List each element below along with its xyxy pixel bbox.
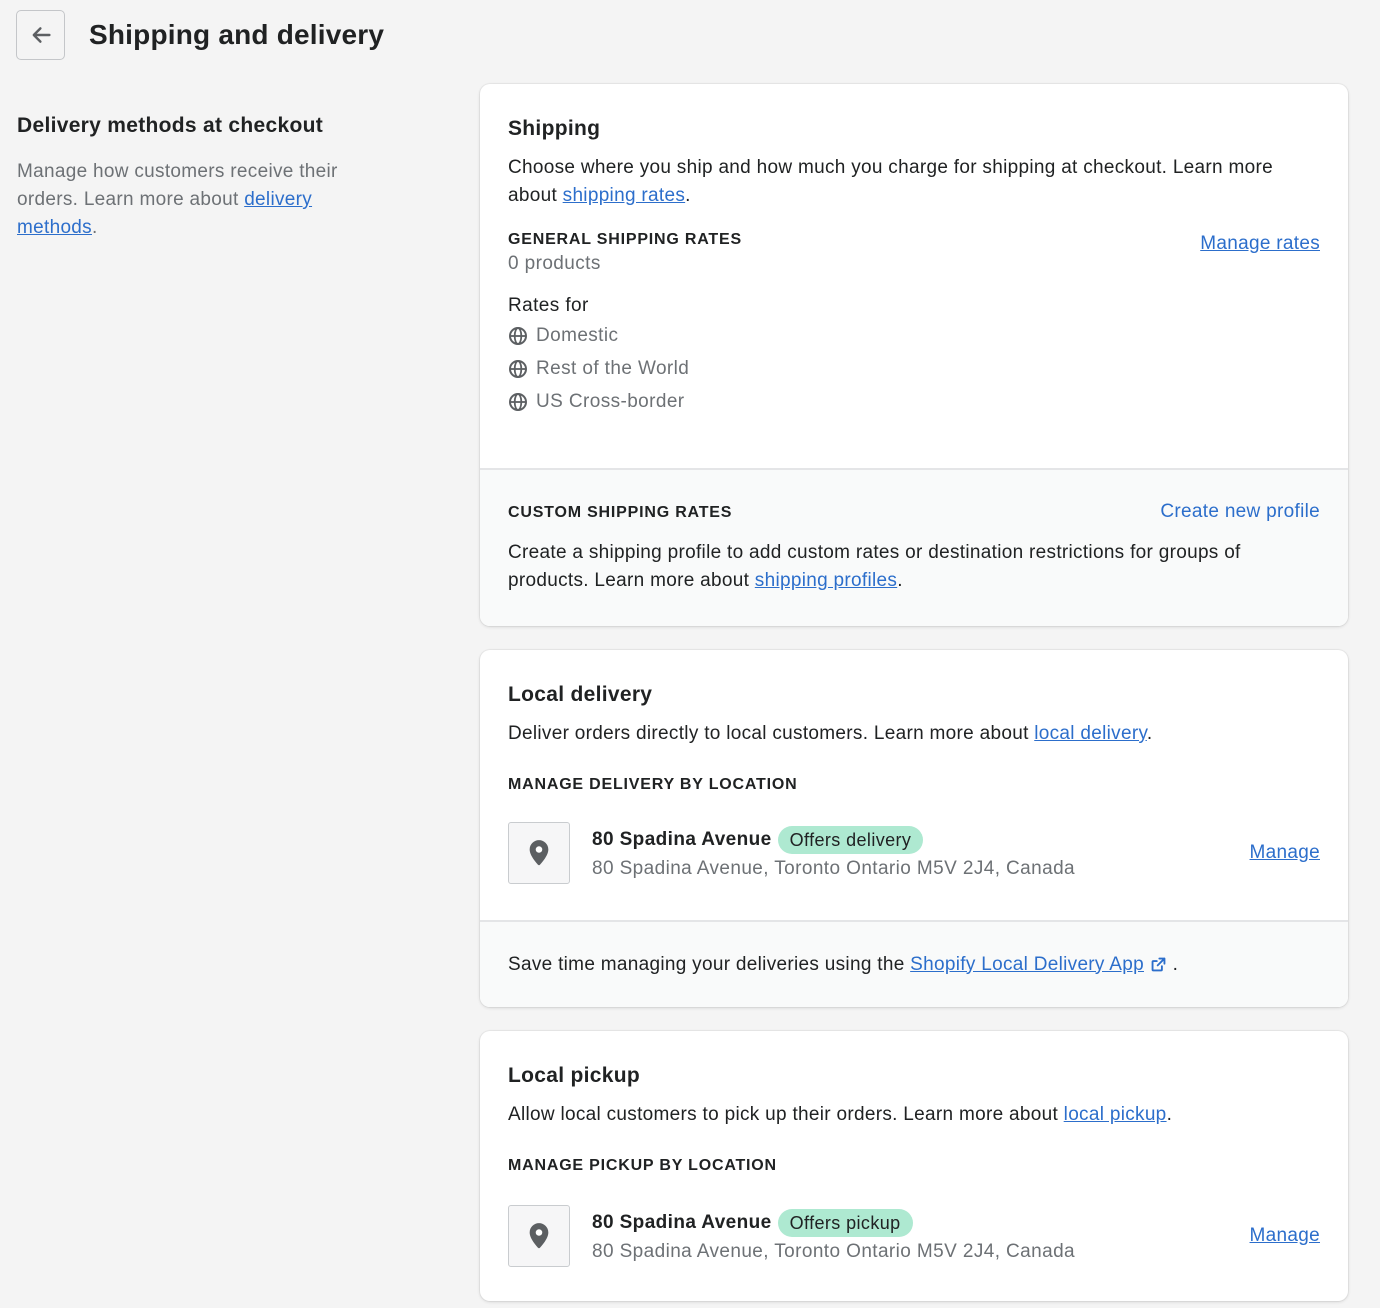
location-address: 80 Spadina Avenue, Toronto Ontario M5V 2…: [592, 858, 1076, 879]
custom-shipping-rates-section: CUSTOM SHIPPING RATES Create new profile…: [480, 468, 1348, 626]
shopify-local-delivery-app-link[interactable]: Shopify Local Delivery App: [910, 951, 1144, 979]
location-name: 80 Spadina Avenue: [592, 1212, 772, 1233]
shipping-zones-list: Domestic Rest of the World US Cross-bord…: [508, 319, 1320, 418]
local-pickup-description: Allow local customers to pick up their o…: [508, 1101, 1320, 1129]
zone-label: Rest of the World: [536, 357, 690, 379]
location-pin-icon: [529, 840, 549, 866]
local-delivery-description: Deliver orders directly to local custome…: [508, 720, 1320, 748]
manage-delivery-heading: MANAGE DELIVERY BY LOCATION: [508, 776, 798, 793]
section-description: Manage how customers receive their order…: [17, 158, 387, 242]
zone-label: US Cross-border: [536, 390, 685, 412]
shipping-zone-item: Rest of the World: [508, 352, 1320, 385]
manage-rates-link[interactable]: Manage rates: [1200, 233, 1320, 255]
custom-shipping-rates-heading: CUSTOM SHIPPING RATES: [508, 504, 733, 521]
custom-shipping-description: Create a shipping profile to add custom …: [508, 539, 1320, 595]
create-new-profile-link[interactable]: Create new profile: [1160, 501, 1320, 523]
globe-icon: [509, 392, 527, 411]
shipping-card: Shipping Choose where you ship and how m…: [480, 84, 1348, 626]
manage-pickup-link[interactable]: Manage: [1250, 1225, 1320, 1247]
local-delivery-footer: Save time managing your deliveries using…: [480, 920, 1348, 1007]
delivery-location-row: 80 Spadina Avenue Offers delivery 80 Spa…: [508, 822, 1320, 884]
local-pickup-title: Local pickup: [508, 1064, 640, 1087]
rates-for-label: Rates for: [508, 295, 589, 316]
products-count: 0 products: [508, 253, 601, 274]
page-title: Shipping and delivery: [89, 19, 385, 50]
local-delivery-link[interactable]: local delivery: [1034, 723, 1147, 744]
punctuation: .: [91, 217, 98, 238]
arrow-left-icon: [32, 27, 51, 43]
description-text: Allow local customers to pick up their o…: [508, 1104, 1064, 1125]
shipping-zone-item: US Cross-border: [508, 385, 1320, 418]
punctuation: .: [1166, 1104, 1173, 1125]
offers-pickup-badge: Offers pickup: [777, 1209, 913, 1237]
section-title: Delivery methods at checkout: [17, 114, 323, 137]
globe-icon: [509, 359, 527, 378]
general-shipping-rates-heading: GENERAL SHIPPING RATES: [508, 231, 742, 248]
punctuation: .: [1166, 953, 1179, 975]
shipping-profiles-link[interactable]: shipping profiles: [755, 570, 897, 591]
location-thumbnail: [508, 1205, 570, 1267]
punctuation: .: [897, 570, 903, 591]
local-pickup-link[interactable]: local pickup: [1064, 1104, 1167, 1125]
general-shipping-rates-header: GENERAL SHIPPING RATES 0 products Manage…: [508, 231, 1320, 275]
external-link-icon[interactable]: [1150, 956, 1167, 973]
shipping-description: Choose where you ship and how much you c…: [508, 154, 1320, 210]
offers-delivery-badge: Offers delivery: [777, 826, 924, 854]
page-header: Shipping and delivery: [16, 10, 384, 60]
manage-delivery-link[interactable]: Manage: [1250, 842, 1320, 864]
local-delivery-title: Local delivery: [508, 683, 653, 706]
location-name: 80 Spadina Avenue: [592, 829, 772, 850]
globe-icon: [509, 326, 527, 345]
location-address: 80 Spadina Avenue, Toronto Ontario M5V 2…: [592, 1241, 1076, 1262]
manage-pickup-heading: MANAGE PICKUP BY LOCATION: [508, 1157, 777, 1174]
location-pin-icon: [529, 1223, 549, 1249]
back-button[interactable]: [16, 10, 65, 60]
footer-text: Save time managing your deliveries using…: [508, 953, 911, 975]
zone-label: Domestic: [536, 324, 619, 346]
punctuation: .: [1146, 723, 1153, 744]
location-thumbnail: [508, 822, 570, 884]
punctuation: .: [685, 185, 691, 206]
shipping-title: Shipping: [508, 117, 601, 140]
delivery-methods-description: Delivery methods at checkout Manage how …: [17, 114, 387, 242]
description-text: Deliver orders directly to local custome…: [508, 723, 1035, 744]
shipping-rates-link[interactable]: shipping rates: [563, 185, 686, 206]
shipping-zone-item: Domestic: [508, 319, 1320, 352]
local-pickup-card: Local pickup Allow local customers to pi…: [480, 1031, 1348, 1301]
pickup-location-row: 80 Spadina Avenue Offers pickup 80 Spadi…: [508, 1205, 1320, 1267]
local-delivery-card: Local delivery Deliver orders directly t…: [480, 650, 1348, 1007]
